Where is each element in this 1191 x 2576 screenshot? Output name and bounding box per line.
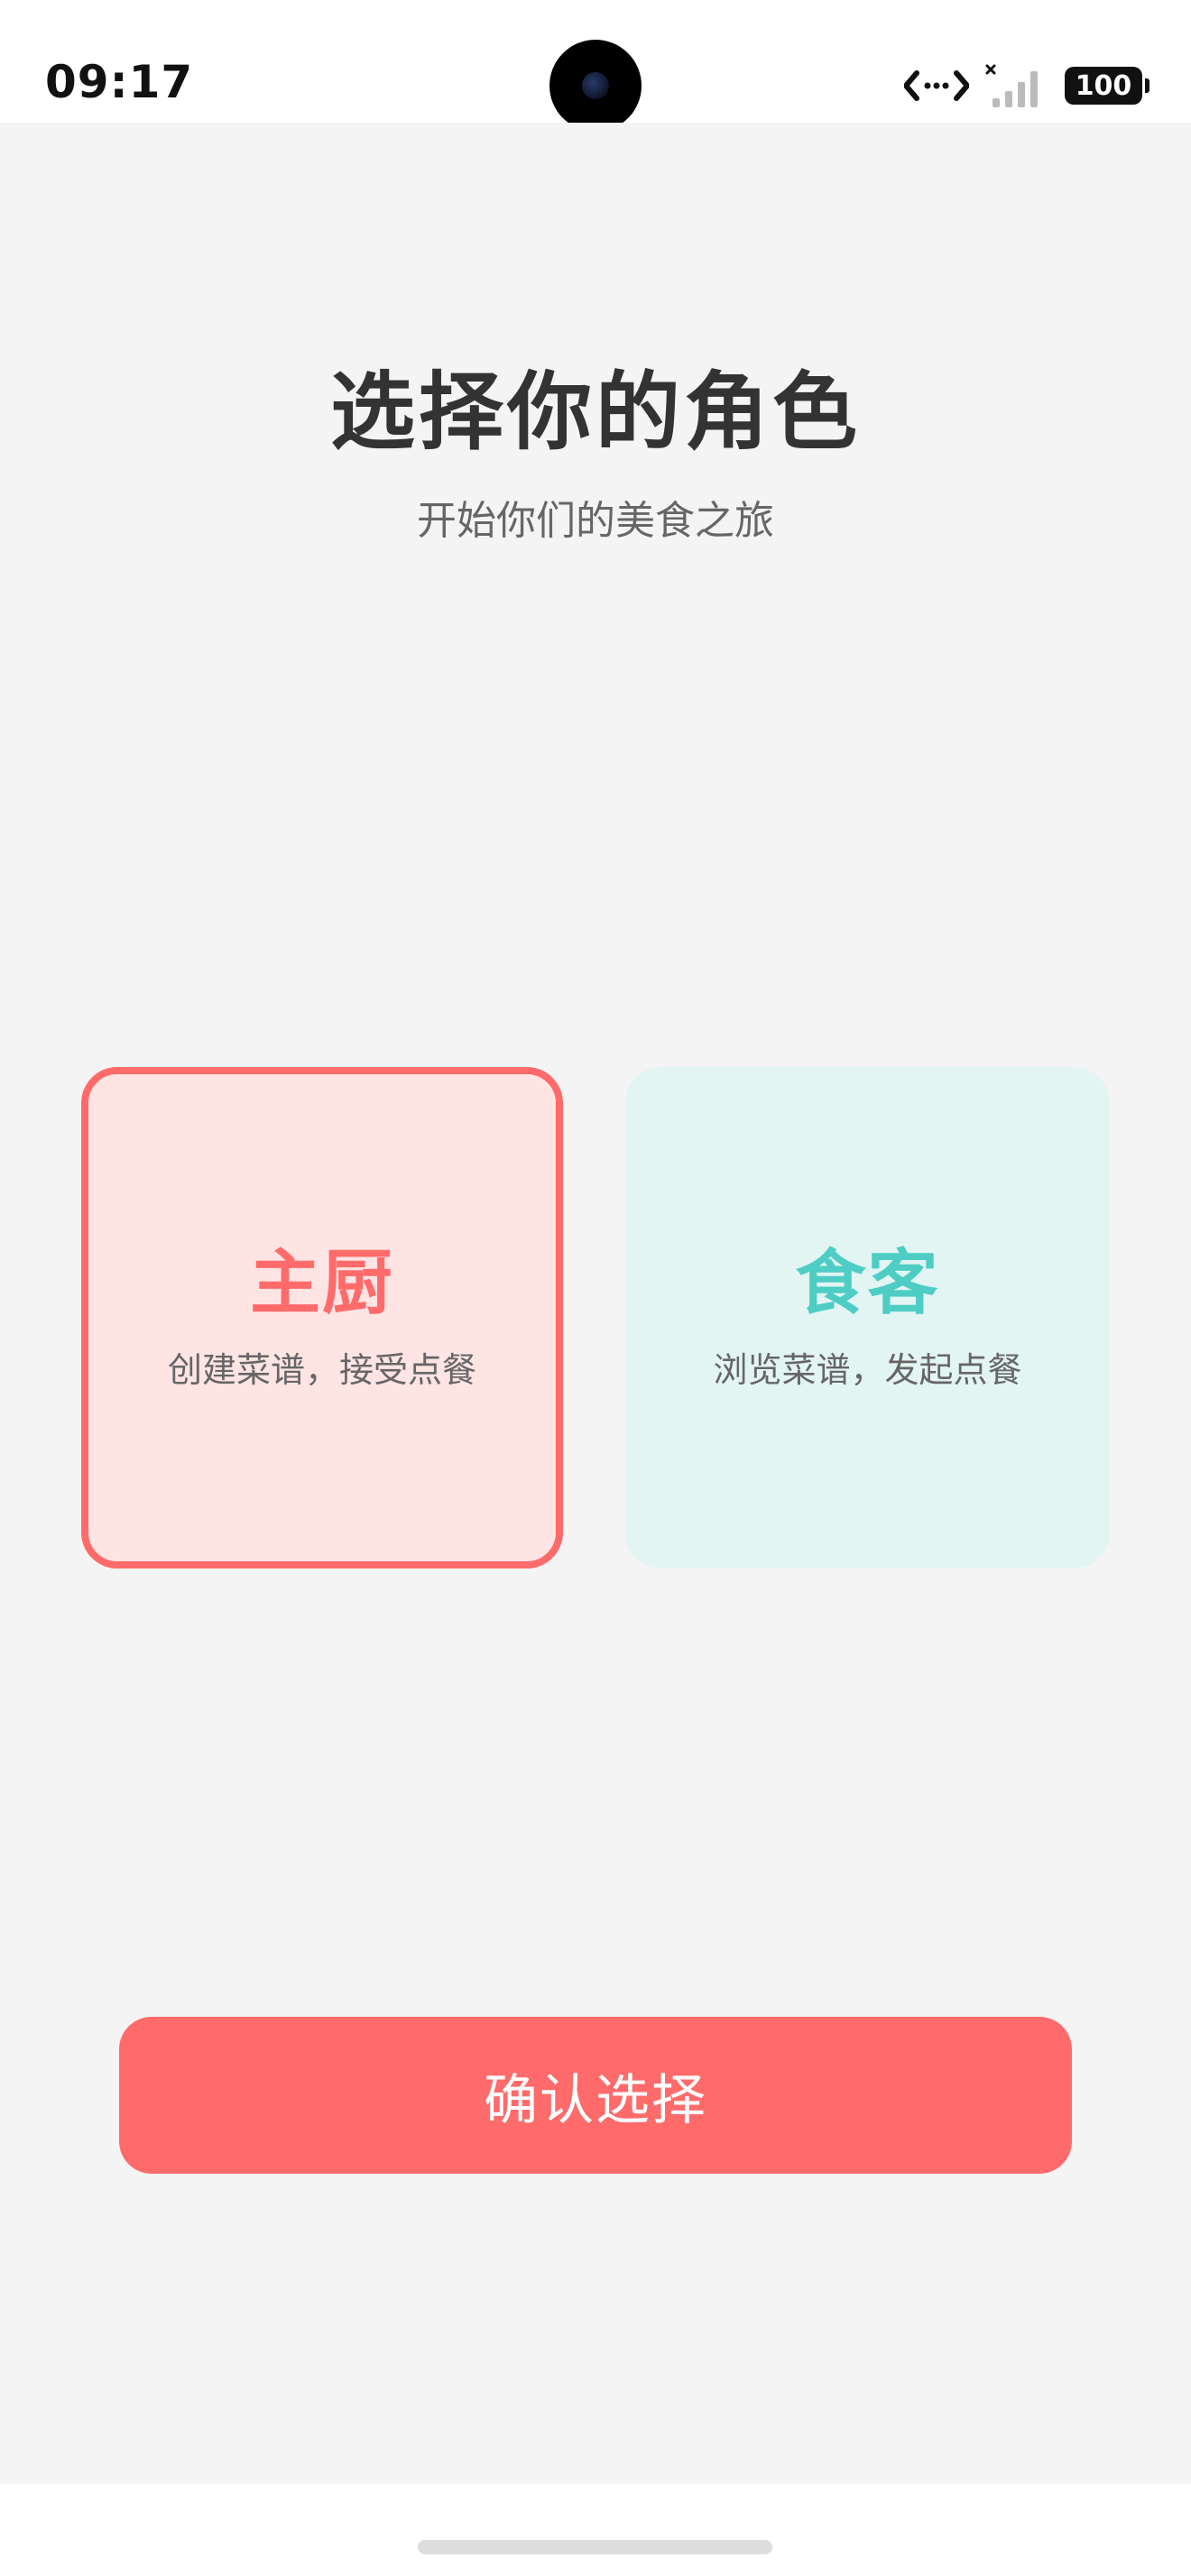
data-transfer-icon xyxy=(904,70,969,101)
page-subtitle: 开始你们的美食之旅 xyxy=(417,498,774,544)
status-icons: 100 xyxy=(904,63,1149,108)
role-card-chef[interactable]: 主厨 创建菜谱，接受点餐 xyxy=(81,1067,563,1569)
status-time: 09:17 xyxy=(45,56,194,108)
role-description-diner: 浏览菜谱，发起点餐 xyxy=(713,1350,1022,1390)
home-indicator[interactable] xyxy=(418,2540,772,2554)
role-description-chef: 创建菜谱，接受点餐 xyxy=(167,1350,476,1390)
role-card-diner[interactable]: 食客 浏览菜谱，发起点餐 xyxy=(625,1067,1110,1569)
status-bar: 09:17 100 xyxy=(0,0,1191,132)
battery-level: 100 xyxy=(1075,69,1132,102)
battery-icon: 100 xyxy=(1065,67,1149,105)
role-name-chef: 主厨 xyxy=(249,1243,394,1324)
page-title: 选择你的角色 xyxy=(329,363,861,462)
role-name-diner: 食客 xyxy=(795,1243,940,1324)
no-signal-icon xyxy=(985,64,1038,107)
confirm-button[interactable]: 确认选择 xyxy=(119,2017,1072,2174)
front-camera xyxy=(549,40,642,132)
bottom-navigation-area xyxy=(0,2484,1191,2576)
